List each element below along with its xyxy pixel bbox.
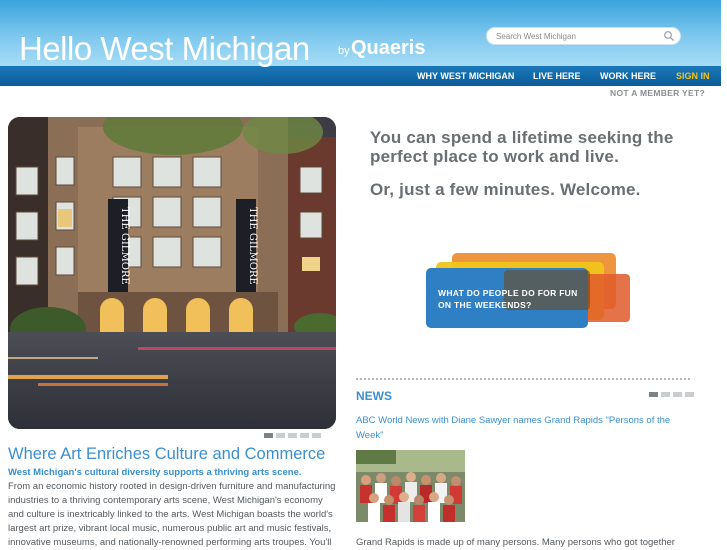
news-heading: NEWS [356, 389, 392, 403]
welcome-tagline-secondary: Or, just a few minutes. Welcome. [370, 180, 641, 199]
section-divider [356, 378, 690, 380]
news-slide-indicator [649, 392, 709, 397]
banner-left-text: THE GILMORE [119, 207, 130, 285]
news-headline-link[interactable]: ABC World News with Diane Sawyer names G… [356, 413, 686, 443]
news-slide-dot[interactable] [673, 392, 682, 397]
hero-slide-dot[interactable] [276, 433, 285, 438]
banner-right-text: THE GILMORE [247, 207, 258, 285]
article-body: From an economic history rooted in desig… [8, 481, 336, 548]
site-logo[interactable]: Hello West Michigan [19, 30, 310, 68]
news-photo[interactable] [356, 450, 465, 522]
nav-live-here[interactable]: LIVE HERE [533, 71, 581, 81]
nav-sign-in[interactable]: SIGN IN [676, 71, 710, 81]
gilmore-building-illustration: THE GILMORE THE GILMORE [8, 117, 336, 429]
search-box[interactable] [486, 27, 681, 45]
hero-slide-dot[interactable] [312, 433, 321, 438]
weekend-fun-prompt[interactable]: WHAT DO PEOPLE DO FOR FUN ON THE WEEKEND… [438, 287, 578, 311]
news-slide-dot[interactable] [649, 392, 658, 397]
welcome-tagline: You can spend a lifetime seeking the per… [370, 128, 674, 166]
brand-logo[interactable]: Quaeris [351, 37, 425, 60]
logo-by-text: by [338, 45, 350, 57]
hero-slide-dot[interactable] [264, 433, 273, 438]
search-icon[interactable] [663, 30, 675, 42]
site-header: Hello West Michigan by Quaeris WHY WEST … [0, 0, 721, 86]
news-slide-dot[interactable] [661, 392, 670, 397]
article-subtitle: West Michigan's cultural diversity suppo… [8, 467, 302, 478]
crowd-photo-illustration [356, 450, 465, 522]
search-input[interactable] [496, 29, 656, 43]
hero-photo[interactable]: THE GILMORE THE GILMORE [8, 117, 336, 429]
nav-why-west-michigan[interactable]: WHY WEST MICHIGAN [417, 71, 514, 81]
not-a-member-link[interactable]: NOT A MEMBER YET? [610, 88, 705, 98]
nav-work-here[interactable]: WORK HERE [600, 71, 656, 81]
article-title[interactable]: Where Art Enriches Culture and Commerce [8, 445, 325, 464]
news-summary: Grand Rapids is made up of many persons.… [356, 537, 675, 548]
hero-slide-dot[interactable] [288, 433, 297, 438]
news-slide-dot[interactable] [685, 392, 694, 397]
hero-slide-dot[interactable] [300, 433, 309, 438]
hero-slide-indicator [264, 433, 324, 438]
